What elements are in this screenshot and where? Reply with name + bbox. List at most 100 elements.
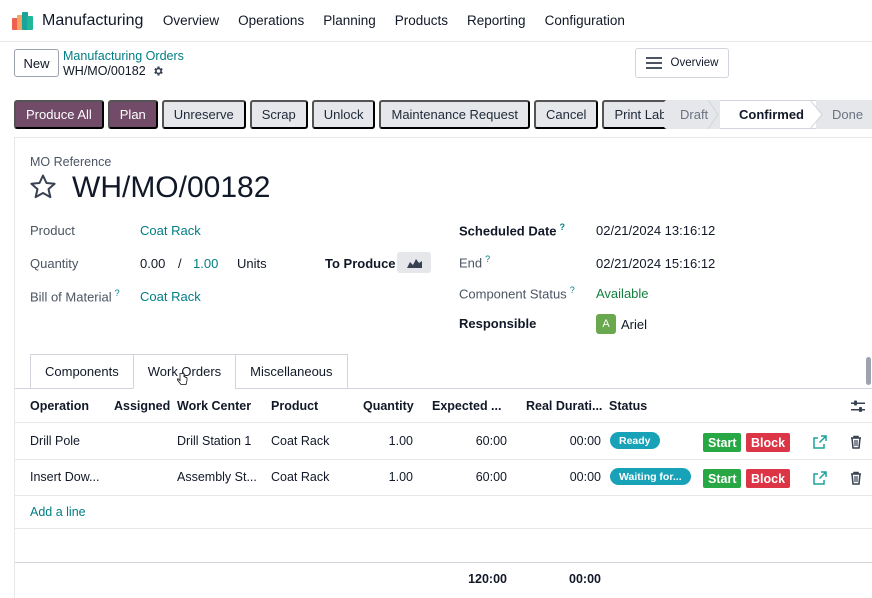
- responsible-label: Responsible: [459, 316, 537, 331]
- add-line-link[interactable]: Add a line: [30, 505, 86, 519]
- block-button[interactable]: Block: [746, 433, 791, 452]
- menu-products[interactable]: Products: [395, 13, 448, 28]
- star-icon[interactable]: [28, 172, 58, 202]
- menu-operations[interactable]: Operations: [238, 13, 304, 28]
- row-product: Coat Rack: [271, 434, 330, 448]
- row-expected-duration: 60:00: [475, 470, 507, 484]
- component-status-label: Component Status?: [459, 285, 575, 301]
- new-button[interactable]: New: [14, 49, 59, 77]
- scrollbar-thumb[interactable]: [866, 357, 871, 385]
- cancel-button[interactable]: Cancel: [533, 100, 599, 129]
- mo-reference-label: MO Reference: [30, 155, 112, 169]
- quantity-label: Quantity: [30, 256, 79, 271]
- component-status-value: Available: [596, 286, 649, 301]
- scheduled-help-icon[interactable]: ?: [560, 222, 566, 232]
- end-label-text: End: [459, 255, 483, 271]
- top-navbar: Manufacturing Overview Operations Planni…: [0, 0, 872, 42]
- overview-button[interactable]: Overview: [635, 48, 729, 78]
- maintenance-request-button[interactable]: Maintenance Request: [379, 100, 530, 129]
- trash-icon[interactable]: [849, 471, 863, 485]
- end-label: End?: [459, 254, 490, 270]
- tab-miscellaneous[interactable]: Miscellaneous: [235, 354, 348, 389]
- row-quantity: 1.00: [388, 470, 413, 484]
- breadcrumb-parent[interactable]: Manufacturing Orders: [63, 49, 184, 63]
- stage-confirmed[interactable]: Confirmed: [720, 100, 816, 129]
- status-badge: Ready: [610, 432, 660, 449]
- start-button[interactable]: Start: [703, 433, 742, 452]
- col-status[interactable]: Status: [609, 399, 647, 413]
- quantity-separator: /: [178, 256, 182, 271]
- col-quantity[interactable]: Quantity: [363, 399, 414, 413]
- form-sheet: MO Reference WH/MO/00182 Product Coat Ra…: [14, 137, 872, 598]
- row-operation: Drill Pole: [30, 434, 81, 448]
- menu-lines-icon: [645, 57, 662, 69]
- app-name[interactable]: Manufacturing: [42, 12, 143, 30]
- plan-button[interactable]: Plan: [107, 100, 158, 129]
- col-real-duration[interactable]: Real Durati...: [526, 399, 602, 413]
- row-quantity: 1.00: [388, 434, 413, 448]
- row-real-duration: 00:00: [569, 470, 601, 484]
- quantity-total-input[interactable]: 1.00: [193, 256, 218, 271]
- col-operation[interactable]: Operation: [30, 399, 89, 413]
- footer-divider: [15, 562, 872, 563]
- component-status-label-text: Component Status: [459, 286, 567, 302]
- unlock-button[interactable]: Unlock: [311, 100, 376, 129]
- col-work-center[interactable]: Work Center: [177, 399, 251, 413]
- stage-done[interactable]: Done: [816, 100, 872, 129]
- tab-components[interactable]: Components: [30, 354, 134, 389]
- row-expected-duration: 60:00: [475, 434, 507, 448]
- col-product[interactable]: Product: [271, 399, 318, 413]
- end-help-icon[interactable]: ?: [485, 254, 490, 264]
- overview-button-label: Overview: [670, 57, 719, 69]
- unreserve-button[interactable]: Unreserve: [161, 100, 246, 129]
- block-button[interactable]: Block: [746, 469, 791, 488]
- menu-configuration[interactable]: Configuration: [545, 13, 625, 28]
- table-row[interactable]: Drill Pole Drill Station 1 Coat Rack 1.0…: [15, 424, 872, 460]
- manufacturing-app-icon[interactable]: [12, 11, 34, 30]
- responsible-value[interactable]: Ariel: [621, 317, 647, 332]
- trash-icon[interactable]: [849, 435, 863, 449]
- area-chart-icon: [406, 259, 422, 268]
- total-expected-duration: 120:00: [468, 572, 507, 586]
- scrap-button[interactable]: Scrap: [249, 100, 308, 129]
- total-real-duration: 00:00: [569, 572, 601, 586]
- stage-arrow-right: [810, 100, 823, 129]
- col-expected-duration[interactable]: Expected ...: [432, 399, 501, 413]
- menu-reporting[interactable]: Reporting: [467, 13, 526, 28]
- scheduled-date-label-text: Scheduled Date: [459, 223, 557, 239]
- quantity-unit: Units: [237, 256, 267, 271]
- produce-all-button[interactable]: Produce All: [14, 100, 104, 129]
- product-label: Product: [30, 223, 75, 238]
- notebook-tabs: Components Work Orders Miscellaneous: [30, 354, 348, 389]
- bom-help-icon[interactable]: ?: [115, 288, 120, 298]
- col-assigned[interactable]: Assigned: [114, 399, 170, 413]
- breadcrumb-current: WH/MO/00182: [63, 64, 164, 78]
- product-value[interactable]: Coat Rack: [140, 223, 201, 238]
- hand-cursor-icon: [177, 372, 188, 385]
- menu-planning[interactable]: Planning: [323, 13, 376, 28]
- stage-arrow-left: [708, 100, 719, 129]
- start-button[interactable]: Start: [703, 469, 742, 488]
- end-date-value[interactable]: 02/21/2024 15:16:12: [596, 256, 715, 271]
- mo-reference-title: WH/MO/00182: [72, 171, 271, 204]
- menu-overview[interactable]: Overview: [163, 13, 219, 28]
- column-settings-icon[interactable]: [851, 400, 865, 413]
- row-work-center: Drill Station 1: [177, 434, 252, 448]
- row-work-center: Assembly St...: [177, 470, 257, 484]
- table-row[interactable]: Insert Dow... Assembly St... Coat Rack 1…: [15, 460, 872, 496]
- external-link-icon[interactable]: [813, 471, 827, 485]
- external-link-icon[interactable]: [813, 435, 827, 449]
- bom-label-text: Bill of Material: [30, 289, 112, 305]
- to-produce-forecast-button[interactable]: [397, 252, 431, 273]
- avatar: A: [596, 314, 616, 334]
- quantity-produced: 0.00: [140, 256, 166, 271]
- gear-icon[interactable]: [152, 65, 164, 77]
- row-operation: Insert Dow...: [30, 470, 100, 484]
- action-bar: Produce All Plan Unreserve Scrap Unlock …: [14, 100, 696, 129]
- table-header: Operation Assigned Work Center Product Q…: [15, 389, 872, 423]
- bom-value[interactable]: Coat Rack: [140, 289, 201, 304]
- scheduled-date-label: Scheduled Date?: [459, 222, 565, 238]
- scheduled-date-value[interactable]: 02/21/2024 13:16:12: [596, 223, 715, 238]
- row-divider: [15, 528, 872, 529]
- component-status-help-icon[interactable]: ?: [570, 285, 575, 295]
